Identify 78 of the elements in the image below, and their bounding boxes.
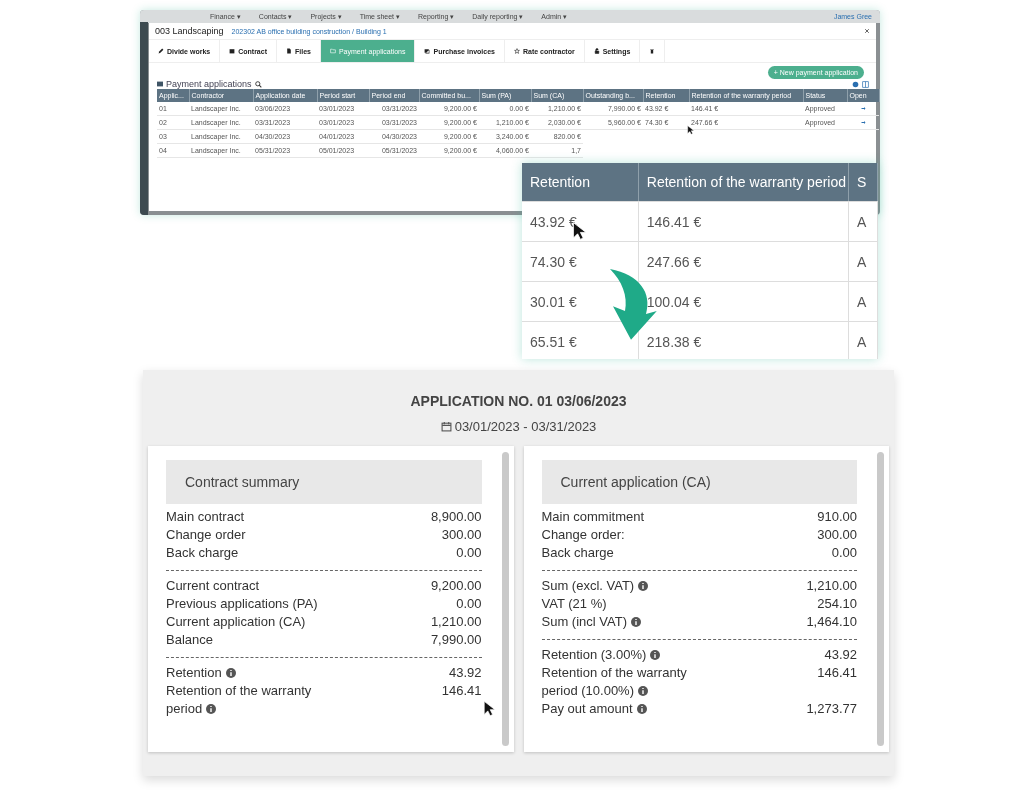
row-label: Retention (166, 664, 236, 682)
arrow-right-icon[interactable] (860, 120, 866, 125)
row-value: 1,210.00 (430, 613, 482, 631)
table-cell: A (848, 242, 878, 281)
section-title: Payment applications (166, 79, 252, 89)
box-icon (229, 48, 236, 54)
table-cell: 247.66 € (638, 242, 849, 281)
row-value: 910.00 (817, 508, 857, 526)
settings-icon[interactable] (852, 80, 859, 88)
table-cell: A (848, 322, 878, 359)
column-header[interactable]: S (848, 163, 878, 201)
info-icon[interactable] (638, 686, 648, 696)
table-cell: A (848, 282, 878, 321)
info-icon[interactable] (225, 668, 236, 678)
book-icon (424, 48, 431, 54)
cursor-icon (483, 700, 495, 717)
row-value: 1,273.77 (806, 700, 857, 718)
row-label: Back charge (541, 544, 614, 562)
row-value: 0.00 (831, 544, 857, 562)
row-label: VAT (21 %) (541, 595, 607, 613)
table-cell: A (848, 202, 878, 241)
row-value: 1,210.00 (806, 577, 857, 595)
grid-icon (157, 81, 163, 87)
row-value: 254.10 (817, 595, 857, 613)
row-value: 43.92 (824, 646, 857, 664)
row-label: Retention of the warranty period (166, 682, 313, 718)
row-value: 146.41 (441, 682, 482, 700)
file-icon (285, 48, 292, 54)
lock-icon (593, 48, 600, 54)
trash-icon (649, 48, 656, 54)
row-value: 7,990.00 (430, 631, 482, 649)
row-label: Retention (3.00%) (541, 646, 661, 664)
table-cell: 146.41 € (638, 202, 849, 241)
row-label: Change order: (541, 526, 625, 544)
row-value: 0.00 (456, 544, 482, 562)
row-label: Sum (incl VAT) (541, 613, 641, 631)
column-header[interactable]: Retention of the warranty period (638, 163, 849, 201)
row-label: Back charge (166, 544, 239, 562)
close-icon[interactable] (864, 28, 870, 34)
columns-icon[interactable] (862, 80, 869, 88)
pencil-icon (158, 48, 164, 54)
info-icon[interactable] (206, 704, 217, 714)
card-header: Current application (CA) (541, 460, 857, 504)
scrollbar[interactable] (877, 452, 884, 746)
dialog-title: 003 Landscaping (155, 26, 224, 36)
column-header[interactable]: Retention (522, 163, 639, 201)
application-title: APPLICATION NO. 01 03/06/2023 (409, 393, 628, 409)
info-icon[interactable] (650, 650, 661, 660)
row-label: Pay out amount (541, 700, 647, 718)
arrow-right-icon[interactable] (860, 106, 866, 111)
scrollbar[interactable] (501, 452, 509, 746)
row-label: Sum (excl. VAT) (541, 577, 649, 595)
row-value: 9,200.00 (430, 577, 482, 595)
calendar-icon (440, 421, 452, 432)
row-value: 43.92 (448, 664, 482, 682)
row-label: Main commitment (541, 508, 645, 526)
row-value: 300.00 (441, 526, 482, 544)
row-label: Current contract (166, 577, 260, 595)
cursor-icon (687, 125, 694, 135)
info-icon[interactable] (638, 581, 649, 591)
folder-icon (329, 48, 336, 54)
info-icon[interactable] (631, 617, 641, 627)
card-header: Contract summary (166, 460, 482, 504)
search-icon[interactable] (254, 80, 262, 88)
period-dates: 03/01/2023 - 03/31/2023 (454, 419, 597, 434)
row-label: Current application (CA) (166, 613, 306, 631)
star-icon (513, 48, 520, 54)
row-label: Previous applications (PA) (166, 595, 318, 613)
row-label: Main contract (166, 508, 245, 526)
row-value: 1,464.10 (806, 613, 857, 631)
row-value: 8,900.00 (430, 508, 482, 526)
row-value: 146.41 (817, 664, 857, 682)
row-value: 300.00 (817, 526, 857, 544)
row-label: Retention of the warranty period (10.00%) (541, 664, 688, 700)
row-label: Balance (166, 631, 213, 649)
info-icon[interactable] (636, 704, 647, 714)
row-label: Change order (166, 526, 246, 544)
row-value: 0.00 (456, 595, 482, 613)
